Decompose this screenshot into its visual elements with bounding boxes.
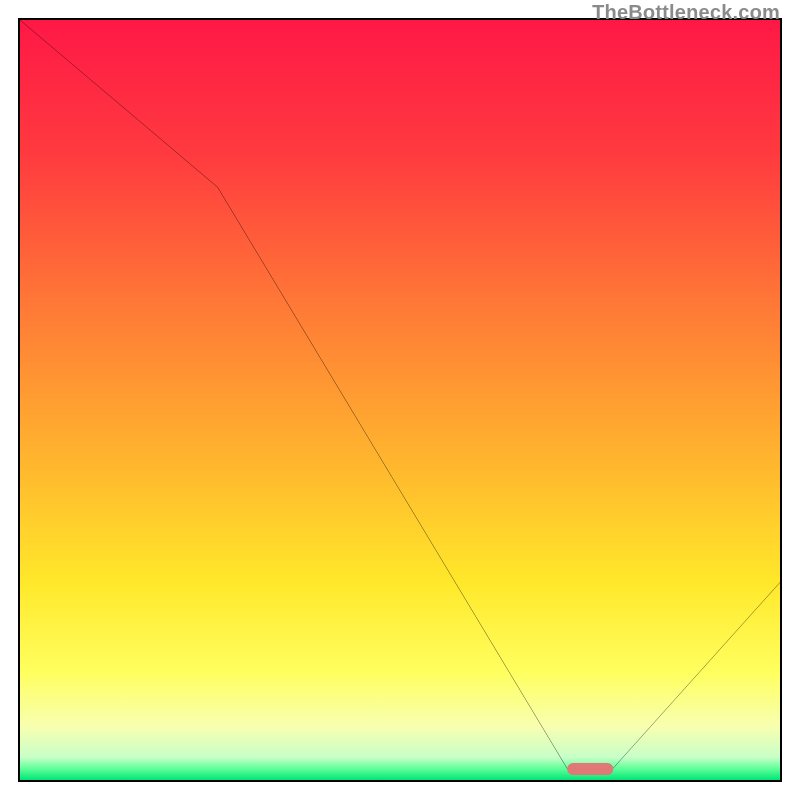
optimal-marker: [567, 763, 613, 775]
plot-area: [18, 18, 782, 782]
bottleneck-curve: [20, 20, 780, 780]
chart-container: TheBottleneck.com: [0, 0, 800, 800]
watermark-text: TheBottleneck.com: [592, 2, 780, 25]
curve-path: [20, 20, 780, 769]
